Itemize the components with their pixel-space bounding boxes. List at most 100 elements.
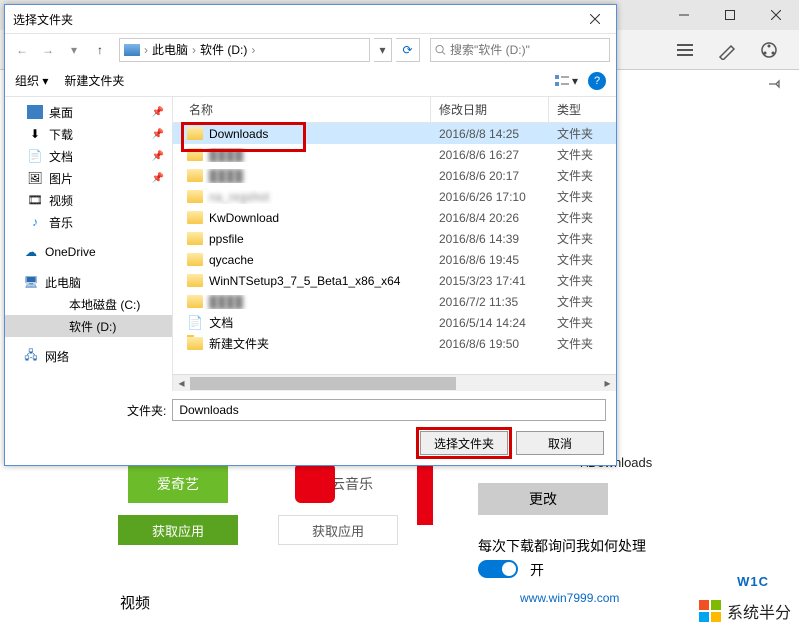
tree-music[interactable]: ♪音乐 bbox=[5, 211, 172, 233]
item-name: ppsfile bbox=[209, 232, 244, 246]
item-date: 2016/6/26 17:10 bbox=[431, 190, 549, 204]
item-date: 2016/8/6 16:27 bbox=[431, 148, 549, 162]
onedrive-icon: ☁ bbox=[23, 245, 39, 259]
nav-up-button[interactable]: ↑ bbox=[89, 39, 111, 61]
list-item[interactable]: ppsfile2016/8/6 14:39文件夹 bbox=[173, 228, 616, 249]
tree-documents[interactable]: 📄文档📌 bbox=[5, 145, 172, 167]
item-name: Downloads bbox=[209, 127, 268, 141]
folder-icon bbox=[187, 337, 203, 350]
col-type[interactable]: 类型 bbox=[549, 97, 616, 122]
folder-icon bbox=[187, 232, 203, 245]
button-row: 选择文件夹 取消 bbox=[15, 431, 606, 455]
change-button[interactable]: 更改 bbox=[478, 483, 608, 515]
scroll-right[interactable]: ▸ bbox=[599, 375, 616, 391]
item-date: 2016/7/2 11:35 bbox=[431, 295, 549, 309]
tile-iqiyi-link[interactable]: 获取应用 bbox=[118, 515, 238, 545]
picture-icon: 🖼 bbox=[27, 171, 43, 185]
tree-network[interactable]: 🖧网络 bbox=[5, 345, 172, 367]
item-type: 文件夹 bbox=[549, 251, 616, 268]
new-folder-button[interactable]: 新建文件夹 bbox=[64, 72, 124, 89]
list-item[interactable]: KwDownload2016/8/4 20:26文件夹 bbox=[173, 207, 616, 228]
share-icon[interactable] bbox=[759, 40, 779, 60]
item-name: 新建文件夹 bbox=[209, 335, 269, 352]
address-bar[interactable]: › 此电脑 › 软件 (D:) › bbox=[119, 38, 370, 62]
tree-onedrive[interactable]: ☁OneDrive bbox=[5, 241, 172, 263]
tree-this-pc[interactable]: 🖥此电脑 bbox=[5, 271, 172, 293]
list-item[interactable]: ████2016/7/2 11:35文件夹 bbox=[173, 291, 616, 312]
hub-icon[interactable] bbox=[675, 40, 695, 60]
music-icon: ♪ bbox=[27, 215, 43, 229]
item-name: ████ bbox=[209, 295, 243, 309]
list-item[interactable]: ████2016/8/6 16:27文件夹 bbox=[173, 144, 616, 165]
breadcrumb-sep: › bbox=[144, 43, 148, 57]
tile-netease-link[interactable]: 获取应用 bbox=[278, 515, 398, 545]
item-name: KwDownload bbox=[209, 211, 279, 225]
col-name[interactable]: 名称 bbox=[173, 97, 431, 122]
watermark-w1c: W1C bbox=[737, 574, 769, 589]
nav-forward-button[interactable]: → bbox=[37, 39, 59, 61]
item-date: 2016/8/6 20:17 bbox=[431, 169, 549, 183]
pin-icon[interactable] bbox=[767, 77, 781, 91]
list-rows[interactable]: Downloads2016/8/8 14:25文件夹████2016/8/6 1… bbox=[173, 123, 616, 374]
tree-downloads[interactable]: ⬇下载📌 bbox=[5, 123, 172, 145]
scroll-left[interactable]: ◂ bbox=[173, 375, 190, 391]
tile-iqiyi: 爱奇艺 获取应用 bbox=[118, 465, 238, 545]
item-type: 文件夹 bbox=[549, 188, 616, 205]
help-button[interactable]: ? bbox=[588, 72, 606, 90]
folder-icon bbox=[187, 169, 203, 182]
breadcrumb-sep: › bbox=[251, 43, 255, 57]
list-item[interactable]: na_regshot2016/6/26 17:10文件夹 bbox=[173, 186, 616, 207]
scroll-thumb[interactable] bbox=[190, 377, 456, 390]
list-item[interactable]: ████2016/8/6 20:17文件夹 bbox=[173, 165, 616, 186]
search-input[interactable] bbox=[450, 43, 605, 57]
dialog-titlebar: 选择文件夹 bbox=[5, 5, 616, 33]
video-section-label: 视频 bbox=[120, 592, 150, 613]
network-icon: 🖧 bbox=[23, 349, 39, 363]
pin-icon: 📌 bbox=[152, 151, 164, 162]
search-box[interactable] bbox=[430, 38, 610, 62]
bg-close-button[interactable] bbox=[753, 0, 799, 30]
list-item[interactable]: Downloads2016/8/8 14:25文件夹 bbox=[173, 123, 616, 144]
dialog-close-button[interactable] bbox=[582, 9, 608, 29]
nav-back-button[interactable]: ← bbox=[11, 39, 33, 61]
maximize-button[interactable] bbox=[707, 0, 753, 30]
tree-local-c[interactable]: 本地磁盘 (C:) bbox=[5, 293, 172, 315]
pin-icon: 📌 bbox=[152, 129, 164, 140]
col-date[interactable]: 修改日期 bbox=[431, 97, 549, 122]
note-icon[interactable] bbox=[717, 40, 737, 60]
ms-logo-icon bbox=[699, 600, 721, 622]
folder-icon bbox=[187, 295, 203, 308]
folder-icon bbox=[187, 148, 203, 161]
scroll-track[interactable] bbox=[190, 375, 599, 391]
item-date: 2016/8/6 19:50 bbox=[431, 337, 549, 351]
folder-name-input[interactable] bbox=[172, 399, 606, 421]
tree-desktop[interactable]: 桌面📌 bbox=[5, 101, 172, 123]
item-type: 文件夹 bbox=[549, 272, 616, 289]
list-item[interactable]: 新建文件夹 2016/8/6 19:50文件夹 bbox=[173, 333, 616, 354]
refresh-button[interactable]: ⟳ bbox=[396, 38, 420, 62]
pin-icon: 📌 bbox=[152, 173, 164, 184]
nav-tree[interactable]: 桌面📌 ⬇下载📌 📄文档📌 🖼图片📌 🎞视频 ♪音乐 ☁OneDrive 🖥此电… bbox=[5, 97, 173, 391]
search-icon bbox=[435, 44, 446, 56]
list-item[interactable]: 📄文档2016/5/14 14:24文件夹 bbox=[173, 312, 616, 333]
ask-toggle[interactable] bbox=[478, 560, 518, 578]
h-scrollbar[interactable]: ◂ ▸ bbox=[173, 374, 616, 391]
item-date: 2016/8/6 14:39 bbox=[431, 232, 549, 246]
item-type: 文件夹 bbox=[549, 335, 616, 352]
breadcrumb-sep: › bbox=[192, 43, 196, 57]
nav-recent-button[interactable]: ▾ bbox=[63, 39, 85, 61]
organize-menu[interactable]: 组织 ▾ bbox=[15, 72, 48, 89]
folder-icon bbox=[187, 190, 203, 203]
view-menu[interactable]: ▾ bbox=[554, 74, 578, 88]
breadcrumb-this-pc[interactable]: 此电脑 bbox=[152, 41, 188, 58]
tree-pictures[interactable]: 🖼图片📌 bbox=[5, 167, 172, 189]
breadcrumb-drive[interactable]: 软件 (D:) bbox=[200, 41, 247, 58]
list-item[interactable]: qycache2016/8/6 19:45文件夹 bbox=[173, 249, 616, 270]
address-dropdown[interactable]: ▾ bbox=[374, 38, 392, 62]
tree-videos[interactable]: 🎞视频 bbox=[5, 189, 172, 211]
tree-soft-d[interactable]: 软件 (D:) bbox=[5, 315, 172, 337]
list-item[interactable]: WinNTSetup3_7_5_Beta1_x86_x642015/3/23 1… bbox=[173, 270, 616, 291]
minimize-button[interactable] bbox=[661, 0, 707, 30]
cancel-button[interactable]: 取消 bbox=[516, 431, 604, 455]
select-folder-button[interactable]: 选择文件夹 bbox=[420, 431, 508, 455]
